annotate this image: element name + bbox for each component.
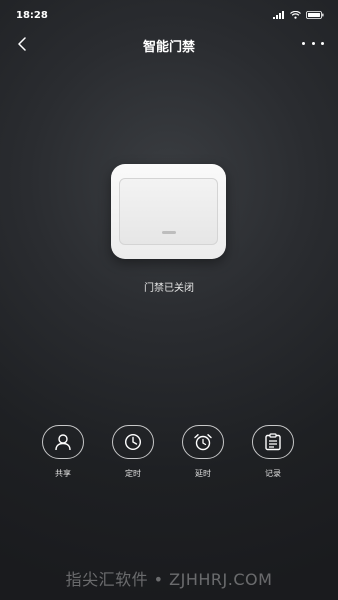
more-button[interactable] <box>302 36 324 50</box>
signal-icon <box>273 11 284 19</box>
record-button[interactable] <box>252 425 294 459</box>
switch-indicator <box>161 231 176 234</box>
switch-plate <box>119 178 218 245</box>
nav-bar: 智能门禁 <box>0 30 338 60</box>
delay-action[interactable]: 延时 <box>181 425 225 479</box>
share-label: 共享 <box>55 469 71 478</box>
battery-icon <box>306 11 324 19</box>
page-title: 智能门禁 <box>142 40 195 55</box>
delay-label: 延时 <box>195 469 211 478</box>
door-switch[interactable] <box>111 164 226 259</box>
status-time: 18:28 <box>16 9 48 21</box>
door-status-label: 门禁已关闭 <box>144 283 194 294</box>
more-icon-dot <box>321 41 324 45</box>
action-bar: 共享 定时 延时 记录 <box>0 425 338 485</box>
record-list-icon <box>265 433 281 451</box>
record-label: 记录 <box>265 469 281 478</box>
status-icons <box>273 11 324 19</box>
share-action[interactable]: 共享 <box>41 425 85 479</box>
delay-button[interactable] <box>182 425 224 459</box>
timer-button[interactable] <box>112 425 154 459</box>
user-icon <box>55 434 71 451</box>
more-icon <box>302 41 305 45</box>
timer-label: 定时 <box>125 469 141 478</box>
more-icon-dot <box>311 41 315 45</box>
watermark: 指尖汇软件 • ZJHHRJ.COM <box>65 570 273 589</box>
record-action[interactable]: 记录 <box>251 425 295 479</box>
status-bar: 18:28 <box>0 0 338 30</box>
timer-action[interactable]: 定时 <box>111 425 155 479</box>
wifi-icon <box>290 11 301 19</box>
alarm-clock-icon <box>194 434 212 451</box>
share-button[interactable] <box>42 425 84 459</box>
clock-icon <box>124 433 142 451</box>
